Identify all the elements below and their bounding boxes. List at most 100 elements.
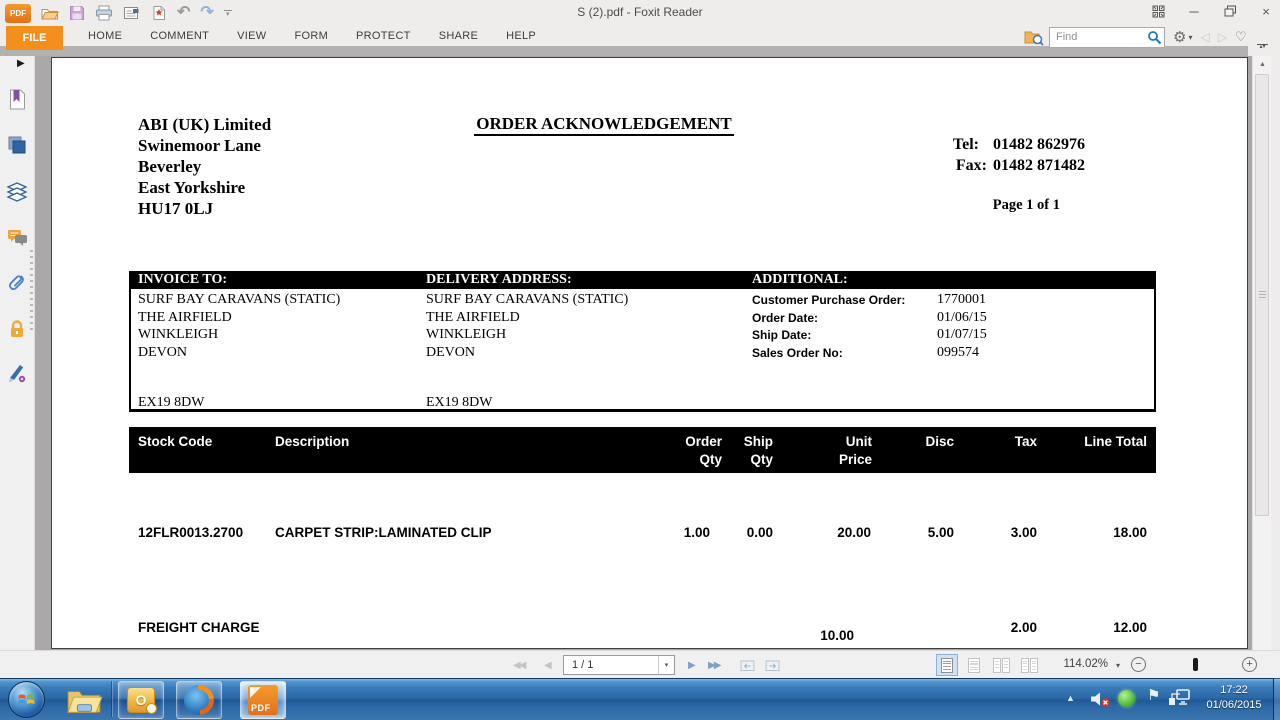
close-icon[interactable]: ×: [1258, 3, 1274, 19]
last-page-button[interactable]: ▶▶: [708, 651, 721, 679]
previous-view-icon[interactable]: [740, 651, 755, 679]
restore-icon[interactable]: [1222, 3, 1238, 19]
volume-muted-icon[interactable]: [1090, 691, 1111, 708]
tray-status-icon[interactable]: [1118, 690, 1135, 707]
vertical-scrollbar[interactable]: ▲: [1252, 56, 1271, 650]
minimize-icon[interactable]: ─: [1186, 3, 1202, 19]
scrollbar-thumb-grip: [1259, 291, 1266, 300]
foxit-page-curl: [250, 687, 261, 698]
page-number-caret-icon[interactable]: ▾: [658, 656, 674, 674]
invoice-line: SURF BAY CARAVANS (STATIC): [138, 292, 341, 307]
comments-icon[interactable]: [6, 227, 28, 249]
company-address-line: Swinemoor Lane: [138, 136, 261, 155]
search-folder-icon[interactable]: [1024, 29, 1044, 46]
next-page-button[interactable]: ▶: [688, 651, 696, 679]
scrollbar-up-icon[interactable]: ▲: [1253, 56, 1272, 73]
search-icon[interactable]: [1147, 30, 1162, 45]
company-block: ABI (UK) Limited Swinemoor Lane Beverley…: [138, 114, 271, 219]
delivery-line: THE AIRFIELD: [426, 309, 520, 325]
tab-form[interactable]: FORM: [280, 26, 342, 46]
tab-share[interactable]: SHARE: [425, 26, 492, 46]
find-options-icon[interactable]: ⚙ ▾: [1173, 30, 1192, 45]
additional-values: 1770001 01/06/15 01/07/15 099574: [937, 291, 987, 361]
tel-line: Tel: 01482 862976: [953, 134, 1085, 155]
single-page-view-icon[interactable]: [936, 654, 958, 676]
tel-label: Tel:: [952, 136, 979, 153]
zoom-slider-handle[interactable]: [1193, 658, 1198, 671]
panel-resize-grip[interactable]: [30, 250, 33, 332]
additional-value: 1770001: [937, 292, 986, 307]
right-margin-strip: [1271, 56, 1280, 650]
taskbar-explorer-button[interactable]: [62, 682, 106, 718]
explorer-folder-icon: [67, 691, 103, 713]
tray-clock[interactable]: 17:22 01/06/2015: [1196, 683, 1272, 713]
previous-page-button[interactable]: ◀: [544, 651, 552, 679]
tab-help[interactable]: HELP: [492, 26, 550, 46]
company-address-line: HU17 0LJ: [138, 199, 214, 218]
foxit-pdf-label: PDF: [251, 703, 271, 713]
page-number-box[interactable]: 1 / 1 ▾: [563, 655, 675, 675]
attachment-icon[interactable]: [6, 272, 28, 294]
delivery-postcode: EX19 8DW: [426, 395, 493, 410]
tab-home[interactable]: HOME: [74, 26, 136, 46]
additional-label: Sales Order No:: [752, 345, 843, 360]
continuous-facing-glyph: [1020, 657, 1038, 673]
invoice-to-header: INVOICE TO:: [138, 272, 228, 287]
invoice-line: DEVON: [138, 344, 187, 360]
col-tax: Tax: [1014, 434, 1037, 449]
address-header-bar: INVOICE TO: DELIVERY ADDRESS: ADDITIONAL…: [129, 271, 1156, 289]
col-disc: Disc: [925, 434, 954, 449]
taskbar-firefox-button[interactable]: [176, 678, 222, 720]
facing-view-icon[interactable]: [990, 654, 1012, 676]
panel-expand-icon[interactable]: ▶: [17, 58, 25, 69]
show-hidden-icons-button[interactable]: ▲: [1066, 693, 1075, 703]
pages-icon[interactable]: [6, 134, 28, 156]
favorite-icon[interactable]: ♡: [1235, 29, 1247, 45]
tab-view[interactable]: VIEW: [223, 26, 280, 46]
cell-tax: 3.00: [1010, 525, 1037, 540]
network-icon[interactable]: [1168, 689, 1191, 707]
delivery-line: DEVON: [426, 344, 475, 360]
taskbar: O PDF: [0, 678, 1280, 720]
ribbon-tabs: HOME COMMENT VIEW FORM PROTECT SHARE HEL…: [74, 26, 550, 46]
start-button[interactable]: [8, 681, 45, 718]
gear-icon: ⚙: [1173, 28, 1187, 46]
first-page-button[interactable]: ◀◀: [513, 651, 526, 679]
page-number-display: 1 / 1: [572, 659, 594, 671]
show-desktop-button[interactable]: [1273, 678, 1280, 720]
additional-label: Ship Date:: [752, 328, 812, 342]
additional-label: Customer Purchase Order:: [752, 293, 906, 307]
tab-protect[interactable]: PROTECT: [342, 26, 425, 46]
clock-time: 17:22: [1220, 684, 1248, 696]
find-next-icon[interactable]: ▷: [1218, 30, 1227, 44]
signature-icon[interactable]: [6, 362, 28, 384]
security-icon[interactable]: [6, 318, 28, 340]
zoom-out-button[interactable]: −: [1131, 657, 1146, 672]
collapse-ribbon-icon[interactable]: ▴▾: [1256, 44, 1269, 50]
tab-file[interactable]: FILE: [6, 26, 63, 50]
scrollbar-thumb[interactable]: [1255, 74, 1269, 516]
arrange-windows-icon[interactable]: [1150, 3, 1166, 19]
fax-label: Fax:: [955, 157, 987, 174]
cell-order-qty: 1.00: [683, 525, 710, 540]
zoom-caret-icon[interactable]: ▾: [1116, 651, 1120, 679]
additional-value: 099574: [937, 344, 979, 360]
continuous-facing-view-icon[interactable]: [1018, 654, 1040, 676]
taskbar-foxit-button[interactable]: PDF: [240, 681, 286, 719]
table-row: 12FLR0013.2700 CARPET STRIP:LAMINATED CL…: [129, 525, 1156, 545]
table-header-bar: Stock Code Description Order Qty Ship Qty …: [129, 427, 1156, 473]
contact-block: Tel: 01482 862976 Fax: 01482 871482: [953, 134, 1085, 176]
find-previous-icon[interactable]: ◁: [1200, 30, 1209, 44]
zoom-in-button[interactable]: +: [1242, 657, 1257, 672]
continuous-view-icon[interactable]: [963, 654, 985, 676]
cell-tax: 2.00: [1010, 620, 1037, 635]
additional-labels: Customer Purchase Order: Order Date: Shi…: [752, 292, 905, 362]
cell-line-total: 12.00: [1113, 620, 1147, 635]
tab-comment[interactable]: COMMENT: [136, 26, 223, 46]
bookmarks-icon[interactable]: [6, 88, 28, 110]
layers-icon[interactable]: [6, 181, 28, 203]
find-toolbar: ⚙ ▾ ◁ ▷ ♡: [1024, 26, 1247, 48]
action-center-flag-icon[interactable]: ⚑: [1147, 686, 1160, 704]
next-view-icon[interactable]: [765, 651, 780, 679]
taskbar-outlook-button[interactable]: O: [118, 681, 164, 719]
